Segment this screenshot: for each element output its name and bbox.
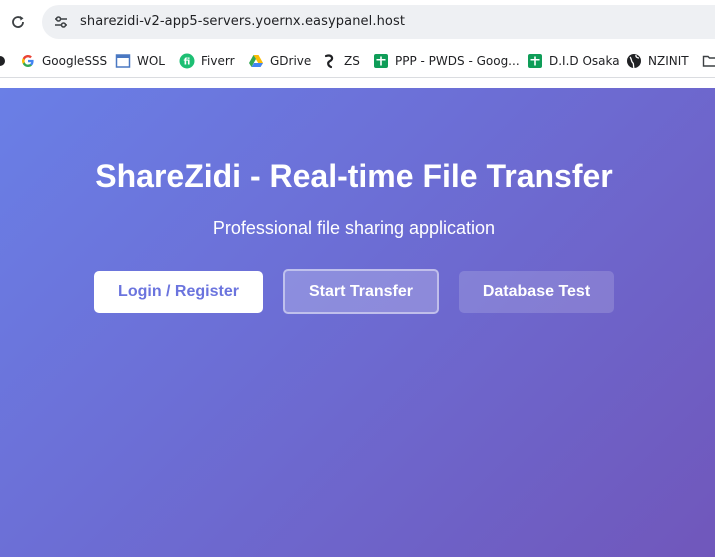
bookmark-label: PPP - PWDS - Goog... — [395, 54, 520, 68]
bookmarks-bar: GoogleSSS WOL fi Fiverr GDrive ZS PPP - … — [0, 44, 715, 78]
bookmark-label: GoogleSSS — [42, 54, 108, 68]
bookmark-nzinit[interactable]: NZINIT — [626, 51, 689, 71]
google-icon — [20, 53, 36, 69]
folder-icon — [702, 53, 715, 69]
bookmark-ppp[interactable]: PPP - PWDS - Goog... — [373, 51, 520, 71]
bookmark-did-osaka[interactable]: D.I.D Osaka — [527, 51, 620, 71]
page-subtitle: Professional file sharing application — [212, 218, 496, 238]
bookmark-gdrive[interactable]: GDrive — [248, 51, 311, 71]
hero-section: ShareZidi - Real-time File Transfer Prof… — [0, 88, 715, 557]
bookmark-wol[interactable]: WOL — [115, 51, 165, 71]
bookmark-label: Fiverr — [201, 54, 235, 68]
start-transfer-button[interactable]: Start Transfer — [283, 269, 439, 314]
bookmark-icon — [0, 53, 8, 69]
bookmark-label: D.I.D Osaka — [549, 54, 620, 68]
zs-icon — [322, 53, 338, 69]
bookmark-googlesss[interactable]: GoogleSSS — [20, 51, 107, 71]
reload-icon[interactable] — [8, 12, 28, 32]
bookmark-folder[interactable] — [702, 51, 715, 71]
site-settings-icon[interactable] — [52, 13, 70, 31]
bookmark-zs[interactable]: ZS — [322, 51, 360, 71]
address-bar[interactable]: sharezidi-v2-app5-servers.yoernx.easypan… — [42, 5, 715, 39]
bookmark-label: NZINIT — [648, 54, 689, 68]
browser-toolbar: sharezidi-v2-app5-servers.yoernx.easypan… — [0, 0, 715, 44]
bookmark-label: GDrive — [270, 54, 312, 68]
bookmark-partial[interactable] — [0, 51, 14, 71]
sheets-icon — [527, 53, 543, 69]
svg-text:fi: fi — [184, 58, 191, 68]
database-test-button[interactable]: Database Test — [459, 271, 614, 313]
url-text[interactable]: sharezidi-v2-app5-servers.yoernx.easypan… — [80, 14, 405, 29]
page-title: ShareZidi - Real-time File Transfer — [95, 158, 613, 194]
drive-icon — [248, 53, 264, 69]
login-register-button[interactable]: Login / Register — [94, 271, 263, 313]
window-icon — [115, 53, 131, 69]
globe-icon — [626, 53, 642, 69]
fiverr-icon: fi — [179, 53, 195, 69]
sheets-icon — [373, 53, 389, 69]
bookmark-fiverr[interactable]: fi Fiverr — [179, 51, 235, 71]
bookmark-label: ZS — [344, 54, 360, 68]
bookmark-label: WOL — [137, 54, 165, 68]
